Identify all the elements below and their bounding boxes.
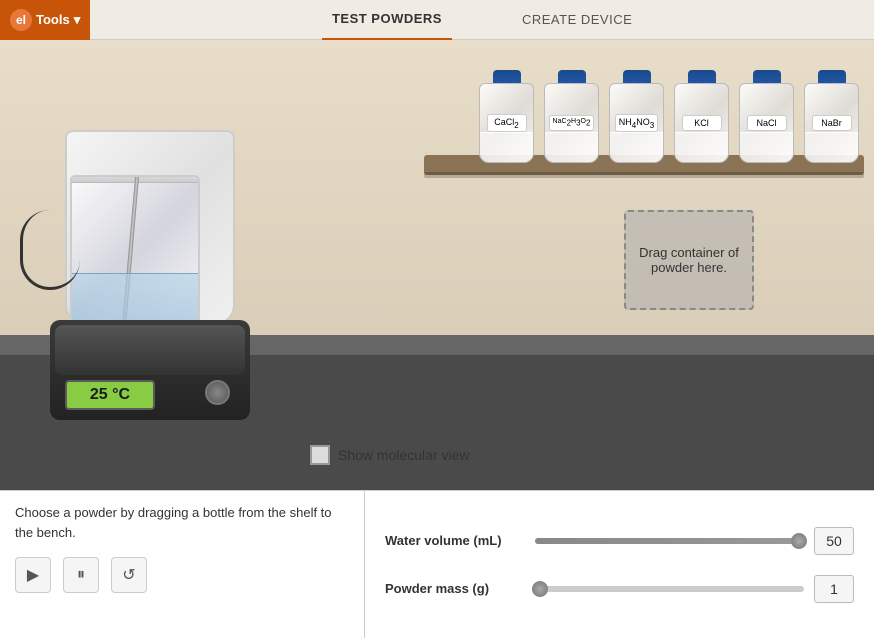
bottle-nac2h3o2[interactable]: NaC2H3O2 <box>544 70 599 163</box>
bottom-right-panel: Water volume (mL) 50 Powder mass (g) 1 <box>365 491 874 638</box>
bottle-nh4no3[interactable]: NH4NO3 <box>609 70 664 163</box>
cable <box>20 210 80 290</box>
hotplate-surface <box>55 325 245 375</box>
bottle-label: NaC2H3O2 <box>549 115 595 130</box>
bottle-nacl[interactable]: NaCl <box>739 70 794 163</box>
bottom-panel: Choose a powder by dragging a bottle fro… <box>0 490 874 638</box>
hotplate: 25 °C <box>50 320 250 420</box>
bottle-cap <box>558 70 586 84</box>
bottle-kcl[interactable]: KCl <box>674 70 729 163</box>
bottle-body: NaCl <box>739 83 794 163</box>
bottle-nabr[interactable]: NaBr <box>804 70 859 163</box>
bottle-cap <box>818 70 846 84</box>
bottle-body: NaBr <box>804 83 859 163</box>
temperature-display: 25 °C <box>65 380 155 410</box>
bottle-cap <box>753 70 781 84</box>
header: el Tools ▾ TEST POWDERS CREATE DEVICE <box>0 0 874 40</box>
molecular-view-control: Show molecular view <box>310 445 470 465</box>
nav-tabs: TEST POWDERS CREATE DEVICE <box>90 0 874 40</box>
simulation-scene: CaCl2 NaC2H3O2 NH4NO3 KCl <box>0 40 874 490</box>
bottle-body: KCl <box>674 83 729 163</box>
hotplate-knob[interactable] <box>205 380 230 405</box>
bottle-body: CaCl2 <box>479 83 534 163</box>
bottle-cap <box>493 70 521 84</box>
molecular-view-label: Show molecular view <box>338 447 470 463</box>
logo-icon: el <box>10 9 32 31</box>
bottle-label: NaBr <box>812 115 852 131</box>
bottle-body: NaC2H3O2 <box>544 83 599 163</box>
powder-mass-slider[interactable] <box>535 586 804 592</box>
molecular-view-checkbox[interactable] <box>310 445 330 465</box>
bottle-powder <box>740 132 793 162</box>
powder-mass-value: 1 <box>814 575 854 603</box>
water-volume-thumb[interactable] <box>791 533 807 549</box>
water-volume-label: Water volume (mL) <box>385 533 525 548</box>
bottle-label: NaCl <box>747 115 787 131</box>
bottle-label: KCl <box>682 115 722 131</box>
bottle-label: NH4NO3 <box>615 114 658 133</box>
chevron-down-icon: ▾ <box>74 12 81 28</box>
powder-mass-label: Powder mass (g) <box>385 581 525 596</box>
bottle-cacl2[interactable]: CaCl2 <box>479 70 534 163</box>
water-volume-row: Water volume (mL) 50 <box>385 527 854 555</box>
bottle-powder <box>480 132 533 162</box>
bottle-cap <box>623 70 651 84</box>
bottle-powder <box>675 132 728 162</box>
playback-controls: ▶ ⏸ ↺ <box>15 557 349 593</box>
drag-drop-zone[interactable]: Drag container of powder here. <box>624 210 754 310</box>
beaker-assembly <box>70 175 200 335</box>
bottle-cap <box>688 70 716 84</box>
bottom-left-panel: Choose a powder by dragging a bottle fro… <box>0 491 365 638</box>
play-button[interactable]: ▶ <box>15 557 51 593</box>
tab-create-device[interactable]: CREATE DEVICE <box>512 0 642 40</box>
shelf-shadow <box>424 172 864 178</box>
bottles-container: CaCl2 NaC2H3O2 NH4NO3 KCl <box>479 70 859 163</box>
bottle-label: CaCl2 <box>487 114 527 133</box>
water-volume-value: 50 <box>814 527 854 555</box>
instruction-text: Choose a powder by dragging a bottle fro… <box>15 503 349 542</box>
tab-test-powders[interactable]: TEST POWDERS <box>322 0 452 40</box>
bottle-powder <box>805 132 858 162</box>
powder-mass-row: Powder mass (g) 1 <box>385 575 854 603</box>
bottle-powder <box>545 132 598 162</box>
water-volume-slider[interactable] <box>535 538 804 544</box>
reset-button[interactable]: ↺ <box>111 557 147 593</box>
bottle-body: NH4NO3 <box>609 83 664 163</box>
water-volume-fill <box>535 538 799 544</box>
pause-button[interactable]: ⏸ <box>63 557 99 593</box>
powder-mass-thumb[interactable] <box>532 581 548 597</box>
beaker <box>70 175 200 335</box>
tools-button[interactable]: el Tools ▾ <box>0 0 90 40</box>
bottle-powder <box>610 132 663 162</box>
